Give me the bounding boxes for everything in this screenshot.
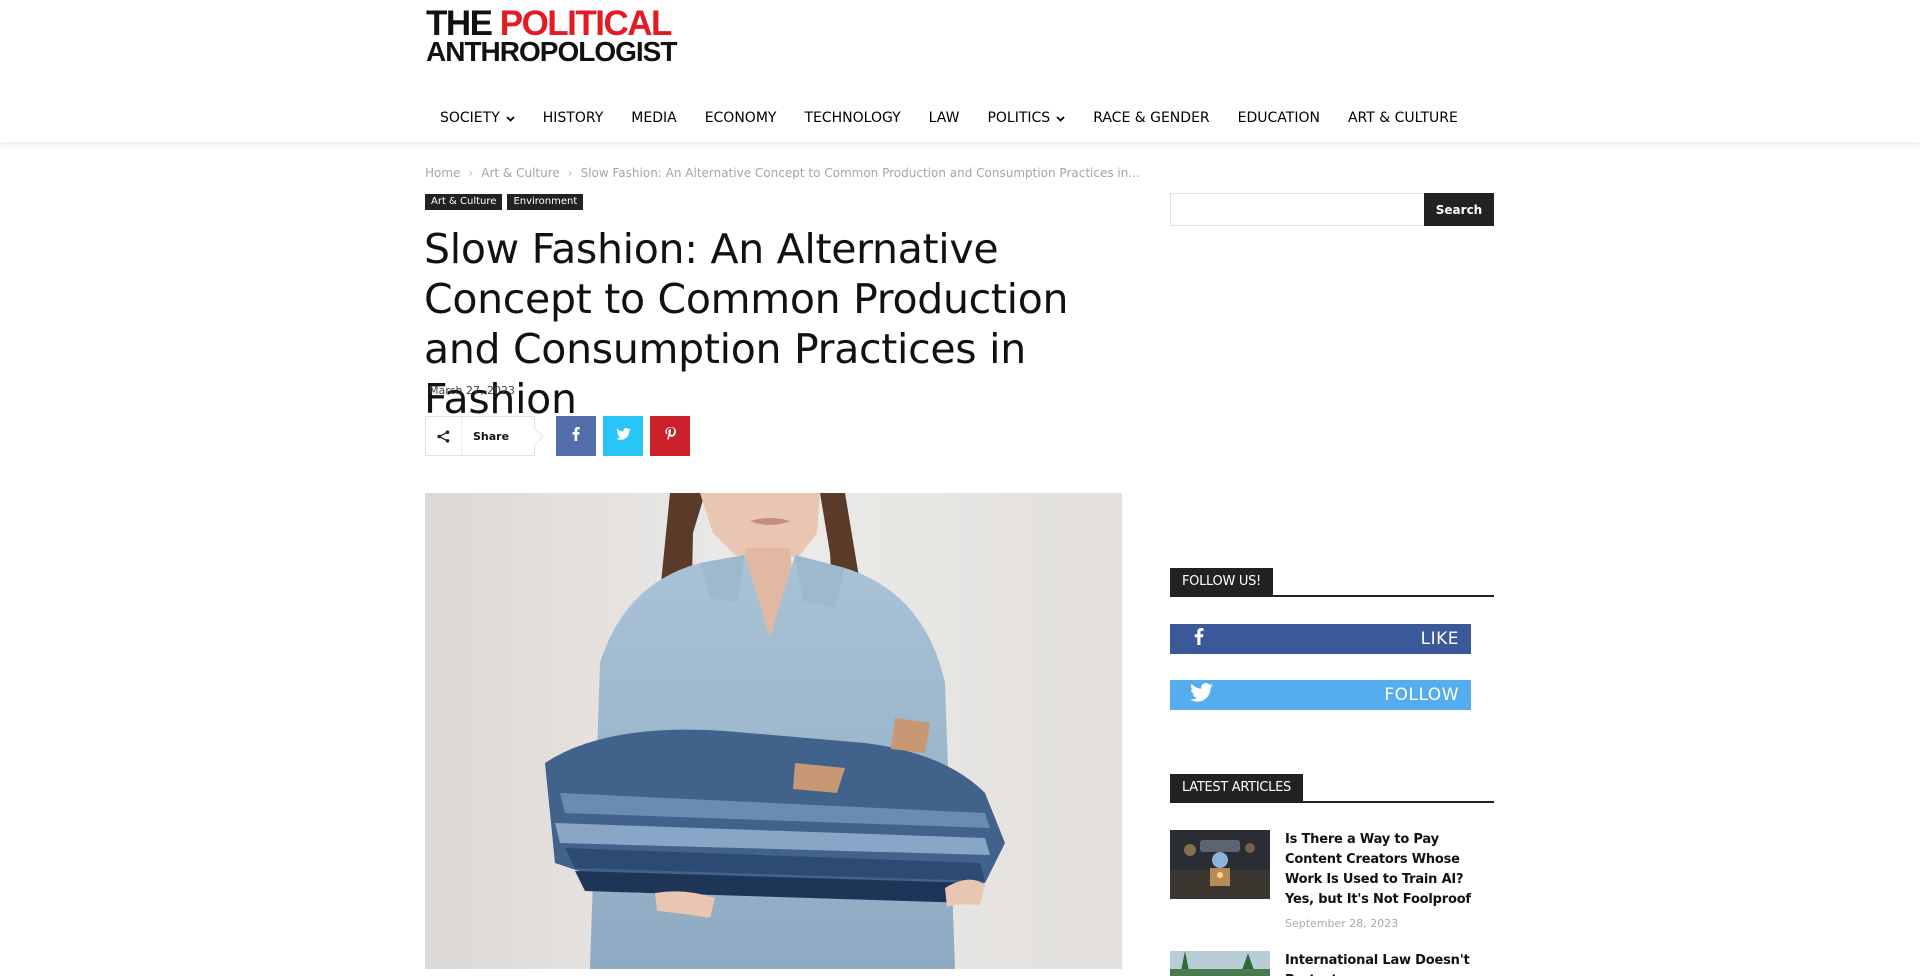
breadcrumb-current: Slow Fashion: An Alternative Concept to …: [580, 166, 1140, 180]
search-form: Search: [1170, 193, 1494, 226]
chevron-down-icon: [1056, 112, 1065, 125]
featured-image: [425, 493, 1122, 969]
share-label: Share: [473, 429, 510, 443]
share-bar: Share: [425, 416, 690, 456]
main-navigation: SOCIETY HISTORY MEDIA ECONOMY TECHNOLOGY…: [426, 100, 1472, 136]
nav-item-education[interactable]: EDUCATION: [1224, 110, 1334, 126]
latest-articles-heading: LATEST ARTICLES: [1170, 774, 1494, 803]
nav-item-history[interactable]: HISTORY: [529, 110, 618, 126]
pinterest-icon: [664, 426, 676, 446]
nav-label: MEDIA: [631, 110, 677, 126]
nav-item-race-gender[interactable]: RACE & GENDER: [1079, 110, 1223, 126]
pinterest-share-button[interactable]: [650, 416, 690, 456]
nav-label: SOCIETY: [440, 110, 500, 126]
nav-item-law[interactable]: LAW: [915, 110, 974, 126]
nav-item-economy[interactable]: ECONOMY: [691, 110, 791, 126]
nav-label: POLITICS: [987, 110, 1051, 126]
facebook-like-button[interactable]: LIKE: [1170, 624, 1471, 654]
nav-item-technology[interactable]: TECHNOLOGY: [790, 110, 914, 126]
facebook-like-label: LIKE: [1420, 629, 1459, 649]
logo-word-anthropologist: ANTHROPOLOGIST: [426, 36, 677, 67]
article-date: September 28, 2023: [1285, 917, 1399, 930]
nav-label: ECONOMY: [704, 110, 777, 126]
site-header: THE POLITICAL ANTHROPOLOGIST SOCIETY HIS…: [0, 0, 1920, 142]
nav-label: EDUCATION: [1237, 110, 1320, 126]
nav-label: ART & CULTURE: [1347, 110, 1458, 126]
nav-label: HISTORY: [542, 110, 604, 126]
twitter-follow-label: FOLLOW: [1384, 685, 1459, 705]
nav-label: TECHNOLOGY: [804, 110, 901, 126]
twitter-icon: [1190, 683, 1213, 707]
follow-us-title: FOLLOW US!: [1170, 568, 1273, 595]
breadcrumb-separator: ›: [567, 166, 573, 180]
facebook-icon: [572, 426, 580, 446]
site-logo[interactable]: THE POLITICAL ANTHROPOLOGIST: [426, 6, 677, 67]
twitter-icon: [615, 427, 631, 445]
share-button[interactable]: Share: [425, 416, 535, 456]
latest-article-item: Is There a Way to Pay Content Creators W…: [1170, 830, 1494, 930]
latest-articles-title: LATEST ARTICLES: [1170, 774, 1303, 801]
chevron-down-icon: [506, 112, 515, 125]
category-tag-environment[interactable]: Environment: [507, 194, 584, 210]
search-input[interactable]: [1170, 193, 1424, 226]
breadcrumb: Home › Art & Culture › Slow Fashion: An …: [425, 166, 1140, 180]
breadcrumb-separator: ›: [468, 166, 474, 180]
article-title: Slow Fashion: An Alternative Concept to …: [424, 225, 1069, 423]
latest-article-item: International Law Doesn't Protect: [1170, 951, 1494, 976]
follow-us-heading: FOLLOW US!: [1170, 568, 1494, 597]
nav-label: LAW: [928, 110, 960, 126]
facebook-share-button[interactable]: [556, 416, 596, 456]
search-button[interactable]: Search: [1424, 193, 1494, 226]
article-title-link[interactable]: International Law Doesn't Protect: [1285, 951, 1495, 976]
twitter-share-button[interactable]: [603, 416, 643, 456]
nav-item-art-culture[interactable]: ART & CULTURE: [1334, 110, 1472, 126]
article-date: March 27, 2023: [429, 384, 516, 397]
article-thumbnail[interactable]: [1170, 951, 1270, 976]
breadcrumb-section[interactable]: Art & Culture: [481, 166, 560, 180]
category-tags: Art & Culture Environment: [425, 194, 584, 210]
twitter-follow-button[interactable]: FOLLOW: [1170, 680, 1471, 710]
nav-item-media[interactable]: MEDIA: [617, 110, 690, 126]
nav-item-society[interactable]: SOCIETY: [426, 110, 529, 126]
share-icon: [426, 417, 462, 455]
category-tag-art-culture[interactable]: Art & Culture: [425, 194, 503, 210]
breadcrumb-home[interactable]: Home: [425, 166, 460, 180]
article-thumbnail[interactable]: [1170, 830, 1270, 899]
nav-label: RACE & GENDER: [1093, 110, 1210, 126]
facebook-icon: [1194, 628, 1204, 650]
article-title-link[interactable]: Is There a Way to Pay Content Creators W…: [1285, 830, 1495, 910]
nav-item-politics[interactable]: POLITICS: [973, 110, 1079, 126]
